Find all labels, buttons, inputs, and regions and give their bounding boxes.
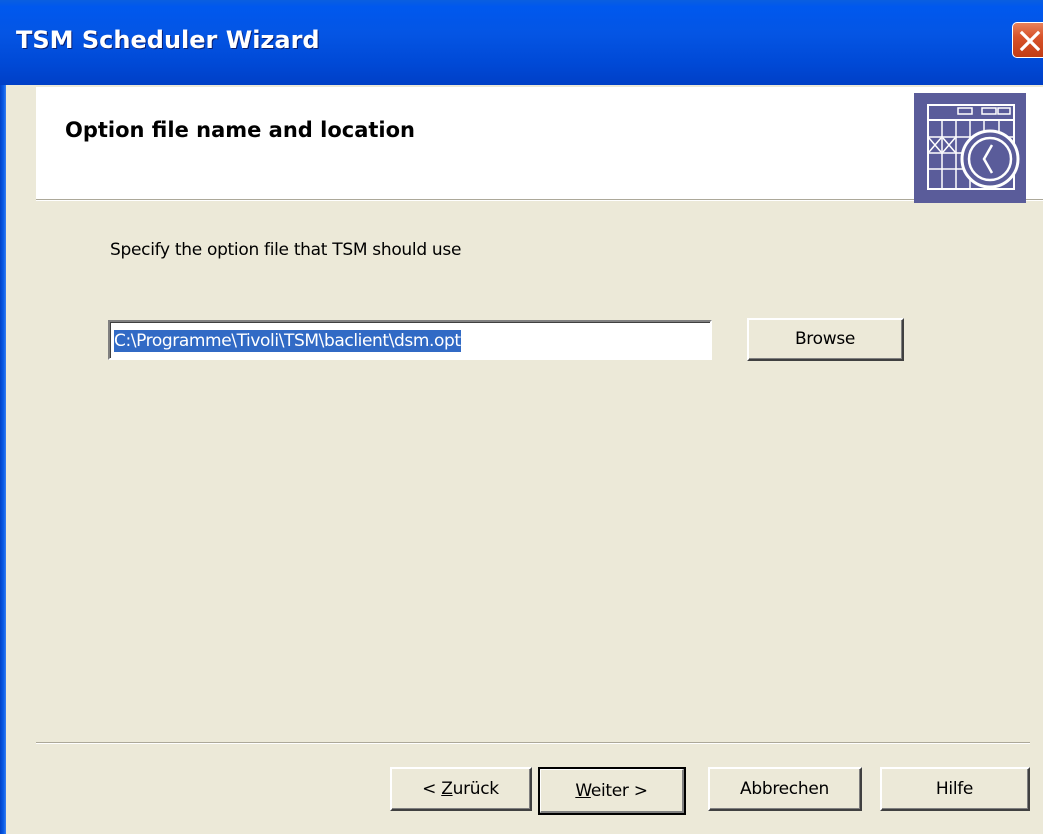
option-file-input[interactable]: C:\Programme\Tivoli\TSM\baclient\dsm.opt (108, 320, 712, 360)
back-button-label: < Zurück (422, 778, 499, 799)
next-button[interactable]: Weiter > (538, 767, 686, 815)
wizard-header-panel (36, 87, 1043, 199)
help-button[interactable]: Hilfe (880, 767, 1030, 811)
instruction-text: Specify the option file that TSM should … (110, 240, 462, 260)
page-title: Option file name and location (65, 118, 416, 142)
calendar-clock-icon (914, 93, 1026, 203)
cancel-button[interactable]: Abbrechen (708, 767, 862, 811)
browse-button-label: Browse (794, 329, 856, 349)
cancel-button-label: Abbrechen (740, 778, 829, 799)
window-title: TSM Scheduler Wizard (16, 26, 320, 54)
close-button[interactable] (1012, 22, 1043, 58)
window-frame-left (0, 85, 6, 834)
title-bar[interactable]: TSM Scheduler Wizard (0, 0, 1043, 85)
browse-button[interactable]: Browse (747, 318, 904, 361)
next-button-label: Weiter > (575, 780, 648, 801)
back-button[interactable]: < Zurück (390, 767, 532, 811)
help-button-label: Hilfe (935, 778, 974, 799)
option-file-path: C:\Programme\Tivoli\TSM\baclient\dsm.opt (114, 330, 461, 352)
close-icon (1019, 30, 1041, 52)
wizard-window: TSM Scheduler Wizard Option file name an… (0, 0, 1043, 834)
